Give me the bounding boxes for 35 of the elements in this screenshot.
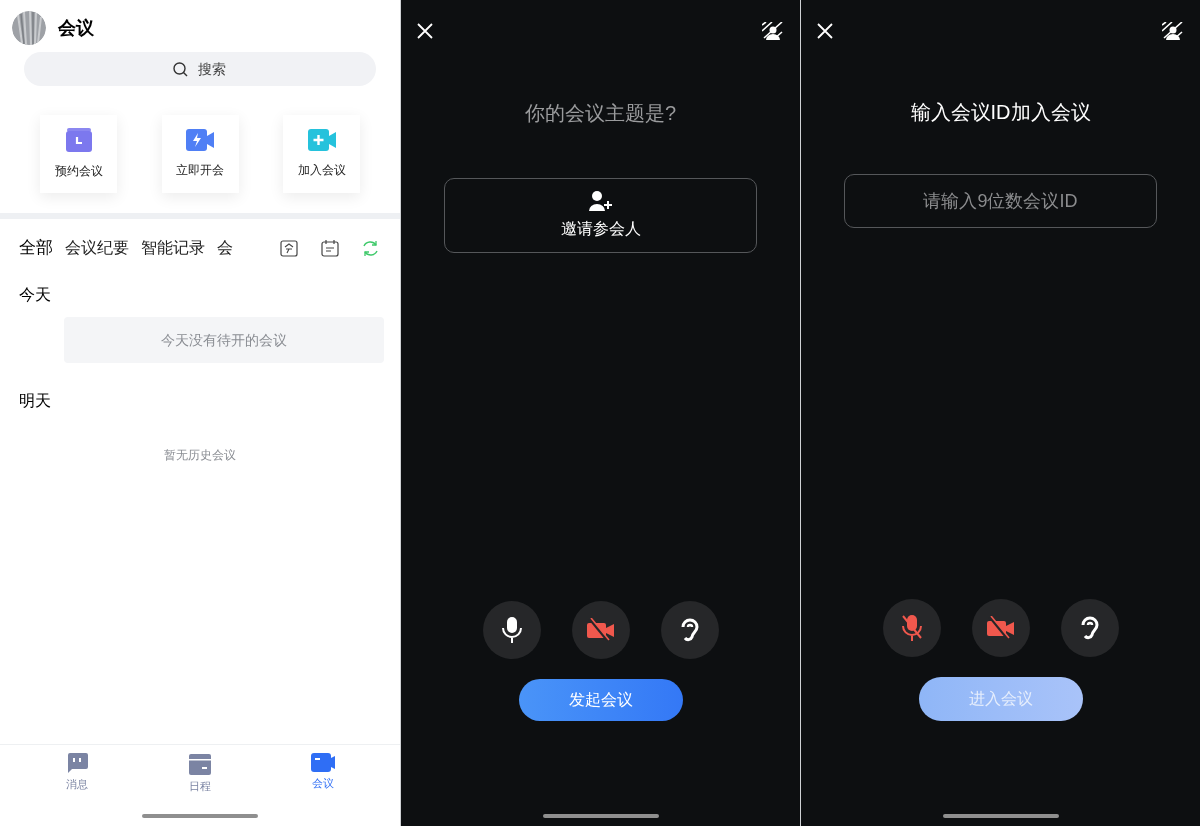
search-field[interactable]: 搜索 [24, 52, 376, 86]
nav-tab[interactable]: 日程 [170, 753, 230, 795]
person-screen-icon[interactable] [1162, 22, 1184, 40]
close-icon[interactable] [417, 23, 433, 39]
ticket-icon[interactable] [280, 239, 298, 257]
calendar-icon[interactable] [321, 239, 339, 257]
person-screen-icon[interactable] [762, 22, 784, 40]
quick-action-button[interactable]: 加入会议 [283, 115, 360, 193]
quick-action-button[interactable]: 立即开会 [161, 115, 239, 193]
quick-action-button[interactable]: 预约会议 [40, 115, 117, 193]
tab[interactable]: 智能记录 [141, 235, 205, 261]
meeting-id-field[interactable]: 请输入9位数会议ID [844, 174, 1157, 228]
page-title: 输入会议ID加入会议 [909, 100, 1092, 125]
nav-tab[interactable]: 会议 [292, 753, 353, 795]
section-heading: 明天 [18, 391, 52, 411]
chat-icon [66, 753, 89, 773]
nav-tab[interactable]: 消息 [47, 753, 108, 795]
add-person-icon [588, 190, 613, 211]
invite-button[interactable]: 邀请参会人 [444, 178, 757, 253]
calendar-icon [189, 753, 211, 775]
primary-button[interactable]: 发起会议 [518, 679, 683, 721]
tab[interactable]: 全部 [19, 235, 53, 261]
search-icon [173, 62, 188, 77]
empty-state-text: 暂无历史会议 [163, 447, 237, 464]
tab[interactable]: 会 [217, 235, 233, 261]
video-camera-icon [310, 753, 335, 772]
topic-field[interactable]: 你的会议主题是? [450, 98, 751, 128]
page-title: 会议 [58, 16, 94, 40]
tab[interactable]: 会议纪要 [65, 235, 129, 261]
video-camera-icon [307, 129, 336, 151]
calendar-icon [65, 128, 92, 152]
empty-state-card: 今天没有待开的会议 [64, 317, 384, 363]
video-camera-icon [186, 129, 214, 151]
section-heading: 今天 [18, 285, 52, 305]
close-icon[interactable] [817, 23, 833, 39]
